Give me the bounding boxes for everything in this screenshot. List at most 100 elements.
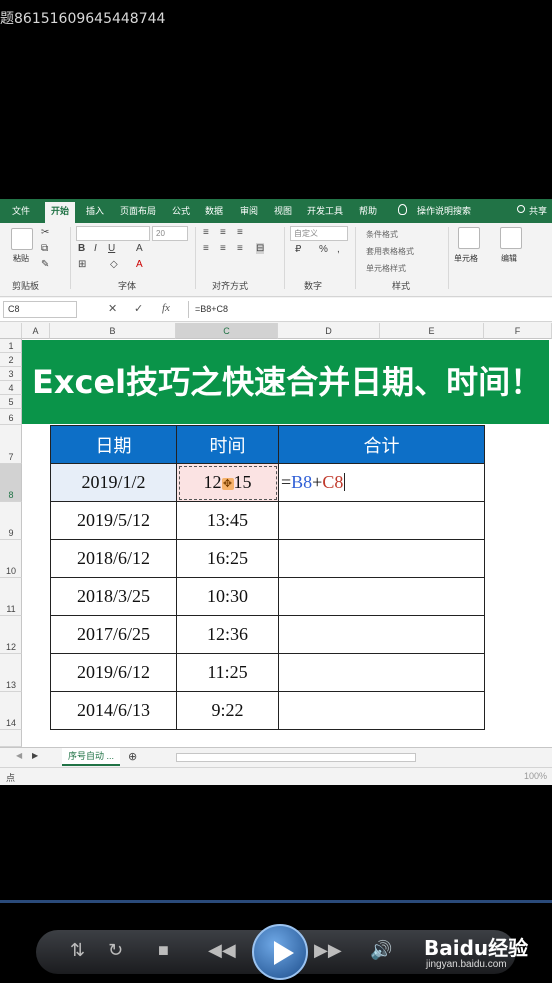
font-size-select[interactable]: 20 (152, 226, 188, 241)
row-header[interactable]: 9 (0, 502, 22, 540)
select-all-corner[interactable] (0, 323, 22, 339)
cell-styles-button[interactable]: 单元格样式 (366, 263, 406, 274)
share-button[interactable]: 共享 (529, 204, 547, 217)
cancel-icon[interactable]: ✕ (108, 302, 117, 315)
insert-function-icon[interactable]: fx (162, 302, 170, 314)
row-header[interactable]: 12 (0, 616, 22, 654)
formula-input[interactable]: =B8+C8 (188, 301, 550, 318)
scroll-left-icon[interactable]: ◀ (16, 751, 22, 760)
tab-view[interactable]: 视图 (274, 204, 292, 217)
header-date[interactable]: 日期 (50, 425, 177, 464)
add-sheet-icon[interactable]: ⊕ (128, 750, 137, 763)
column-header-a[interactable]: A (22, 323, 50, 339)
enter-icon[interactable]: ✓ (134, 302, 143, 315)
copy-icon[interactable]: ⧉ (41, 243, 48, 254)
tab-page-layout[interactable]: 页面布局 (120, 204, 156, 217)
time-cell[interactable]: 13:45 (176, 501, 279, 540)
volume-icon[interactable]: 🔊 (370, 940, 392, 961)
tab-insert[interactable]: 插入 (86, 204, 104, 217)
total-cell[interactable] (278, 615, 485, 654)
fill-color-icon[interactable]: ◇ (110, 259, 118, 270)
cells-button[interactable]: 单元格 (454, 253, 478, 264)
horizontal-scrollbar[interactable] (176, 753, 416, 762)
total-cell[interactable] (278, 691, 485, 730)
row-header[interactable]: 10 (0, 540, 22, 578)
rewind-icon[interactable]: ◀◀ (208, 940, 236, 961)
row-header[interactable]: 7 (0, 425, 22, 464)
column-header-d[interactable]: D (278, 323, 380, 339)
cells-icon[interactable] (458, 227, 480, 249)
time-cell[interactable]: 10:30 (176, 577, 279, 616)
font-color-icon[interactable]: A (136, 259, 143, 270)
search-icon[interactable] (500, 227, 522, 249)
stop-icon[interactable]: ■ (158, 940, 169, 961)
total-cell[interactable] (278, 501, 485, 540)
font-grow-icon[interactable]: A (136, 243, 143, 254)
date-cell[interactable]: 2014/6/13 (50, 691, 177, 730)
time-cell-active[interactable]: 12✥15 (176, 463, 279, 502)
date-cell[interactable]: 2019/6/12 (50, 653, 177, 692)
row-header[interactable]: 13 (0, 654, 22, 692)
font-name-select[interactable] (76, 226, 150, 241)
italic-icon[interactable]: I (94, 243, 97, 254)
column-header-f[interactable]: F (484, 323, 552, 339)
row-header[interactable]: 2 (0, 353, 22, 367)
date-cell[interactable]: 2017/6/25 (50, 615, 177, 654)
currency-icon[interactable]: ₽ (295, 244, 301, 255)
time-cell[interactable]: 16:25 (176, 539, 279, 578)
shuffle-icon[interactable]: ⇅ (70, 940, 85, 961)
tab-data[interactable]: 数据 (205, 204, 223, 217)
time-cell[interactable]: 12:36 (176, 615, 279, 654)
scroll-right-icon[interactable]: ▶ (32, 751, 38, 760)
percent-icon[interactable]: % (319, 244, 328, 255)
align-left-icon[interactable]: ≡ (203, 243, 209, 254)
zoom-level[interactable]: 100% (524, 771, 547, 781)
date-cell[interactable]: 2018/3/25 (50, 577, 177, 616)
total-cell[interactable] (278, 577, 485, 616)
conditional-format-button[interactable]: 条件格式 (366, 229, 398, 240)
tell-me-search[interactable]: 操作说明搜索 (417, 204, 471, 217)
column-header-e[interactable]: E (380, 323, 484, 339)
bold-icon[interactable]: B (78, 243, 85, 254)
column-header-b[interactable]: B (50, 323, 176, 339)
fast-forward-icon[interactable]: ▶▶ (314, 940, 342, 961)
align-middle-icon[interactable]: ≡ (220, 227, 226, 238)
play-button[interactable] (252, 924, 308, 980)
name-box[interactable]: C8 (3, 301, 77, 318)
column-header-c[interactable]: C (176, 323, 278, 339)
underline-icon[interactable]: U (108, 243, 115, 254)
row-header[interactable]: 1 (0, 339, 22, 353)
row-header[interactable]: 3 (0, 367, 22, 381)
align-center-icon[interactable]: ≡ (220, 243, 226, 254)
tab-home[interactable]: 开始 (45, 202, 76, 223)
tab-file[interactable]: 文件 (12, 204, 30, 217)
row-header[interactable]: 14 (0, 692, 22, 730)
format-painter-icon[interactable]: ✎ (41, 259, 49, 270)
tab-help[interactable]: 帮助 (359, 204, 377, 217)
date-cell[interactable]: 2019/5/12 (50, 501, 177, 540)
row-header[interactable]: 5 (0, 395, 22, 409)
tab-developer[interactable]: 开发工具 (307, 204, 343, 217)
align-bottom-icon[interactable]: ≡ (237, 227, 243, 238)
paste-icon[interactable] (11, 228, 33, 250)
comma-icon[interactable]: , (337, 244, 340, 255)
total-cell-editing[interactable]: =B8+C8 (278, 463, 485, 502)
date-cell[interactable]: 2019/1/2 (50, 463, 177, 502)
header-time[interactable]: 时间 (176, 425, 279, 464)
date-cell[interactable]: 2018/6/12 (50, 539, 177, 578)
row-header[interactable]: 11 (0, 578, 22, 616)
row-header[interactable]: 6 (0, 409, 22, 425)
total-cell[interactable] (278, 539, 485, 578)
repeat-icon[interactable]: ↻ (108, 940, 123, 961)
editing-button[interactable]: 编辑 (501, 253, 517, 264)
format-as-table-button[interactable]: 套用表格格式 (366, 246, 414, 257)
cut-icon[interactable]: ✂ (41, 227, 49, 238)
time-cell[interactable]: 11:25 (176, 653, 279, 692)
sheet-tab[interactable]: 序号自动 ... (62, 748, 121, 766)
header-total[interactable]: 合计 (278, 425, 485, 464)
align-right-icon[interactable]: ≡ (237, 243, 243, 254)
number-format-select[interactable]: 自定义 (290, 226, 348, 241)
tab-formulas[interactable]: 公式 (172, 204, 190, 217)
row-header[interactable]: 8 (0, 464, 22, 502)
borders-icon[interactable]: ⊞ (78, 259, 86, 270)
